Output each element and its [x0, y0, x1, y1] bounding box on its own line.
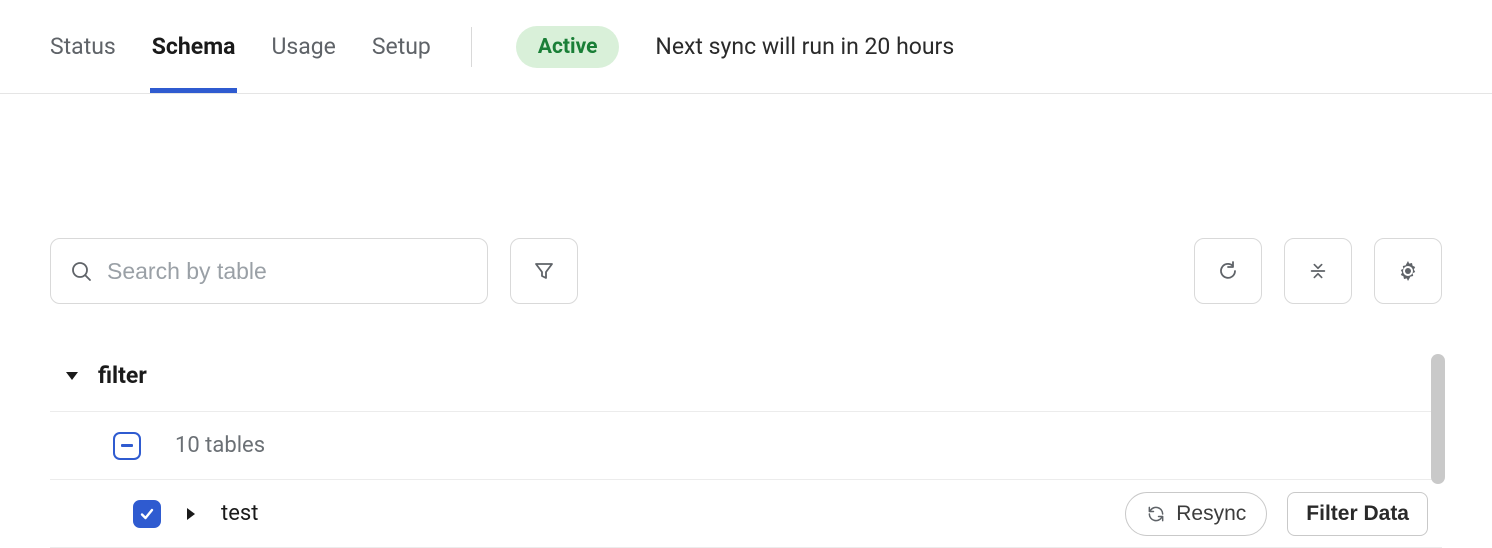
tab-status[interactable]: Status: [50, 0, 116, 93]
filter-button[interactable]: [510, 238, 578, 304]
filter-data-label: Filter Data: [1306, 502, 1409, 526]
collapse-icon: [1307, 260, 1329, 282]
tab-usage[interactable]: Usage: [271, 0, 335, 93]
scrollbar[interactable]: [1431, 354, 1445, 484]
next-sync-text: Next sync will run in 20 hours: [655, 33, 954, 60]
table-count-row: 10 tables: [50, 412, 1442, 480]
table-checkbox[interactable]: [133, 500, 161, 528]
refresh-icon: [1216, 259, 1240, 283]
sync-icon: [1146, 504, 1166, 524]
resync-button[interactable]: Resync: [1125, 492, 1267, 536]
filter-data-button[interactable]: Filter Data: [1287, 492, 1428, 536]
select-all-checkbox[interactable]: [113, 432, 141, 460]
search-box[interactable]: [50, 238, 488, 304]
divider: [471, 27, 472, 67]
tab-bar: Status Schema Usage Setup Active Next sy…: [0, 0, 1492, 94]
table-count-label: 10 tables: [175, 433, 265, 458]
row-actions: Resync Filter Data: [1125, 492, 1428, 536]
caret-right-icon[interactable]: [185, 507, 197, 521]
table-name: test: [221, 501, 258, 526]
gear-icon: [1396, 259, 1420, 283]
schema-list: filter 10 tables test Resyn: [50, 354, 1442, 548]
caret-down-icon: [64, 370, 80, 382]
search-icon: [69, 259, 93, 283]
tab-schema[interactable]: Schema: [152, 0, 236, 93]
settings-button[interactable]: [1374, 238, 1442, 304]
refresh-button[interactable]: [1194, 238, 1262, 304]
resync-label: Resync: [1176, 502, 1246, 526]
collapse-button[interactable]: [1284, 238, 1352, 304]
funnel-icon: [532, 259, 556, 283]
table-row: test Resync Filter Data: [50, 480, 1442, 548]
status-badge: Active: [516, 26, 620, 68]
schema-name: filter: [98, 362, 147, 389]
search-input[interactable]: [107, 258, 469, 285]
schema-header[interactable]: filter: [50, 354, 1442, 412]
tab-setup[interactable]: Setup: [372, 0, 431, 93]
toolbar: [0, 238, 1492, 304]
